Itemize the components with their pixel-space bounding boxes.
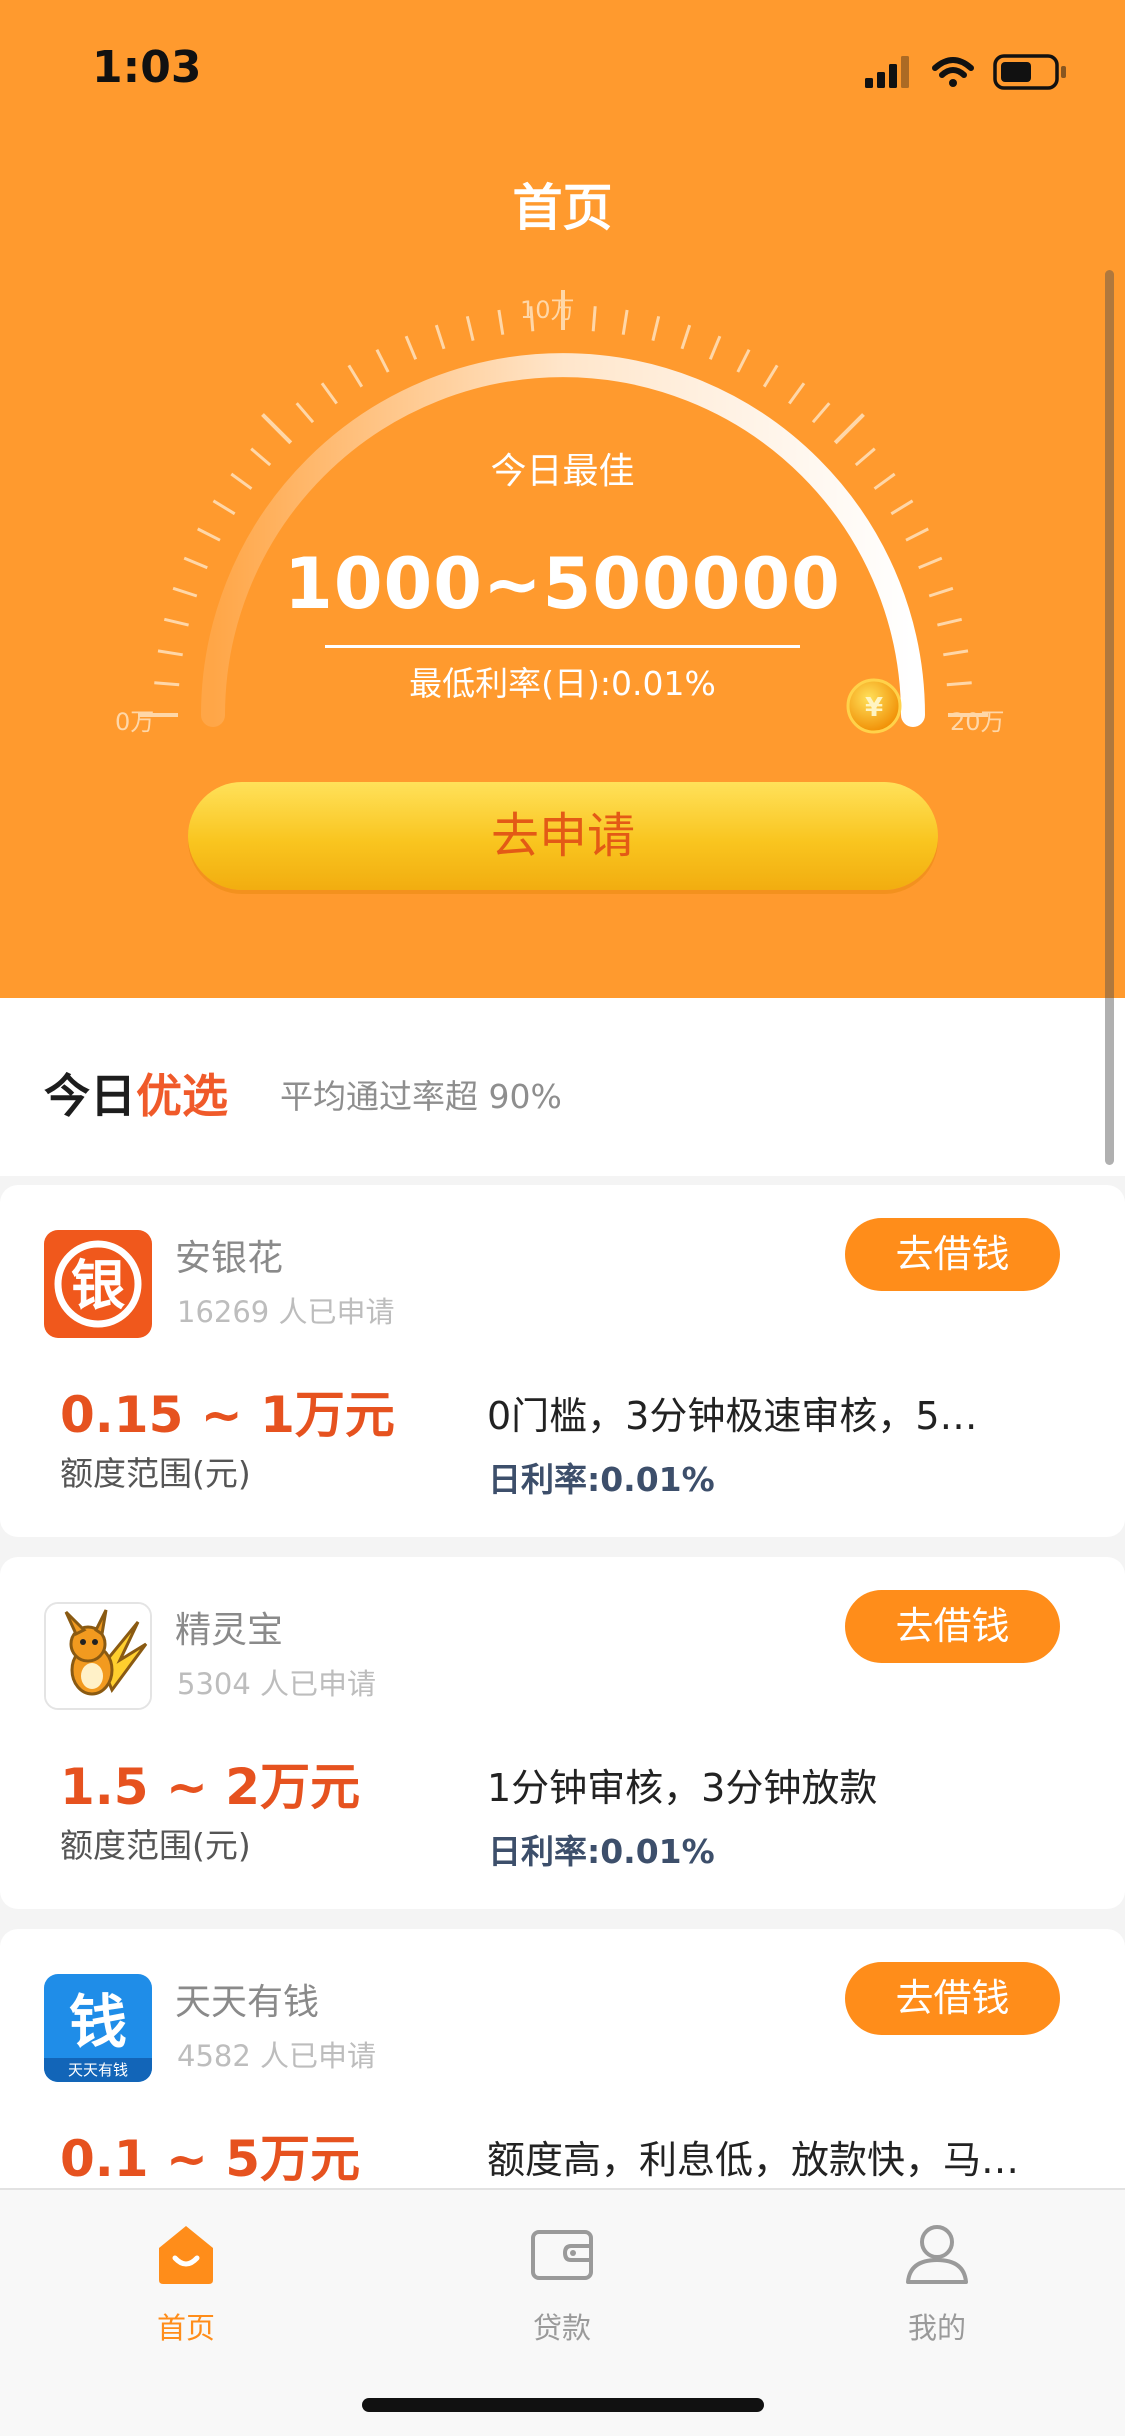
gauge-tick bbox=[347, 364, 364, 388]
app-description: 额度高，利息低，放款快，马… bbox=[487, 2138, 1020, 2182]
app-logo: 钱 天天有钱 bbox=[44, 1974, 152, 2082]
daily-rate: 日利率:0.01% bbox=[488, 1832, 715, 1871]
app-logo bbox=[44, 1602, 152, 1710]
gauge-tick bbox=[261, 413, 293, 445]
tab-home[interactable]: 首页 bbox=[86, 2210, 286, 2360]
loan-card[interactable]: 精灵宝 5304 人已申请 去借钱 1.5 ~ 2万元 额度范围(元) 1分钟审… bbox=[0, 1557, 1125, 1909]
gauge-tick bbox=[621, 309, 629, 335]
status-bar: 1:03 bbox=[0, 0, 1125, 132]
gauge-tick bbox=[736, 349, 751, 373]
gauge-tick bbox=[708, 335, 722, 360]
section-header: 今日优选 平均通过率超 90% bbox=[0, 998, 1125, 1176]
tab-mine[interactable]: 我的 bbox=[837, 2210, 1037, 2360]
section-title: 今日优选 bbox=[44, 1060, 228, 1126]
applicant-count: 4582 人已申请 bbox=[177, 2039, 377, 2073]
gauge-tick bbox=[811, 402, 831, 424]
gauge-rate: 最低利率(日):0.01% bbox=[409, 664, 716, 703]
amount-range: 0.15 ~ 1万元 bbox=[60, 1386, 395, 1444]
gauge-range: 1000~500000 bbox=[284, 543, 841, 625]
app-name: 精灵宝 bbox=[175, 1610, 284, 1651]
gauge-tick bbox=[157, 649, 183, 657]
app-logo: 银 bbox=[44, 1230, 152, 1338]
gauge-tick bbox=[591, 306, 597, 332]
home-indicator[interactable] bbox=[362, 2398, 764, 2412]
gauge-tick bbox=[833, 413, 865, 445]
loan-card[interactable]: 银 安银花 16269 人已申请 去借钱 0.15 ~ 1万元 额度范围(元) … bbox=[0, 1185, 1125, 1537]
gauge-max-label: 20万 bbox=[950, 708, 1005, 736]
gauge-mid-label: 10万 bbox=[520, 296, 575, 324]
amount-label: 额度范围(元) bbox=[60, 1454, 251, 1493]
gauge-tick bbox=[197, 527, 221, 542]
gauge-tick bbox=[762, 364, 779, 388]
wifi-icon bbox=[932, 57, 974, 87]
wallet-icon bbox=[531, 2230, 593, 2280]
battery-icon bbox=[993, 54, 1066, 90]
app-description: 0门槛，3分钟极速审核，5… bbox=[487, 1394, 978, 1438]
gauge-tick bbox=[404, 335, 418, 360]
amount-range: 1.5 ~ 2万元 bbox=[60, 1758, 361, 1816]
status-time: 1:03 bbox=[92, 42, 202, 93]
gauge-tick bbox=[465, 315, 475, 341]
scroll-indicator[interactable] bbox=[1105, 270, 1114, 1165]
gauge-min-label: 0万 bbox=[115, 708, 155, 736]
gauge-tick bbox=[295, 402, 315, 424]
borrow-button[interactable]: 去借钱 bbox=[845, 1962, 1060, 2035]
gauge-tick bbox=[434, 324, 446, 350]
signal-icon bbox=[865, 56, 909, 88]
svg-text:天天有钱: 天天有钱 bbox=[68, 2061, 128, 2079]
home-icon bbox=[159, 2226, 213, 2284]
tab-label: 我的 bbox=[907, 2311, 966, 2345]
gauge-tick bbox=[651, 315, 661, 341]
hero-header: 1:03 首页 ¥ 0万 10万 20万 今日最佳 1000~500000 最低… bbox=[0, 0, 1125, 998]
screen: 1:03 首页 ¥ 0万 10万 20万 今日最佳 1000~500000 最低… bbox=[0, 0, 1125, 2436]
gauge-subtitle: 今日最佳 bbox=[490, 451, 635, 492]
gauge-tick bbox=[905, 527, 929, 542]
tab-label: 贷款 bbox=[532, 2311, 591, 2345]
gauge-tick bbox=[943, 649, 969, 657]
section-title-plain: 今日 bbox=[44, 1069, 136, 1123]
section-subtitle: 平均通过率超 90% bbox=[280, 1077, 562, 1116]
app-name: 安银花 bbox=[175, 1238, 284, 1279]
gauge-tick bbox=[788, 382, 806, 405]
gauge-tick bbox=[680, 324, 692, 350]
tab-loan[interactable]: 贷款 bbox=[462, 2210, 662, 2360]
borrow-button[interactable]: 去借钱 bbox=[845, 1590, 1060, 1663]
page-title: 首页 bbox=[512, 179, 613, 237]
tab-label: 首页 bbox=[156, 2311, 215, 2345]
gauge-tick bbox=[320, 382, 338, 405]
amount-range: 0.1 ~ 5万元 bbox=[60, 2130, 361, 2188]
profile-icon bbox=[906, 2225, 968, 2284]
apply-button[interactable]: 去申请 bbox=[188, 782, 938, 890]
gauge-tick bbox=[212, 499, 236, 516]
section-title-highlight: 优选 bbox=[136, 1069, 228, 1123]
svg-text:银: 银 bbox=[71, 1254, 125, 1317]
borrow-button[interactable]: 去借钱 bbox=[845, 1218, 1060, 1291]
applicant-count: 5304 人已申请 bbox=[177, 1667, 377, 1701]
gauge-tick bbox=[375, 349, 390, 373]
gauge-tick bbox=[497, 309, 505, 335]
app-description: 1分钟审核，3分钟放款 bbox=[487, 1766, 878, 1810]
app-name: 天天有钱 bbox=[175, 1982, 320, 2023]
amount-label: 额度范围(元) bbox=[60, 1826, 251, 1865]
svg-text:钱: 钱 bbox=[69, 1988, 127, 2056]
applicant-count: 16269 人已申请 bbox=[177, 1295, 395, 1329]
gauge-divider bbox=[325, 645, 800, 648]
gauge-tick bbox=[890, 499, 914, 516]
daily-rate: 日利率:0.01% bbox=[488, 1460, 715, 1499]
status-icons bbox=[865, 54, 1066, 90]
